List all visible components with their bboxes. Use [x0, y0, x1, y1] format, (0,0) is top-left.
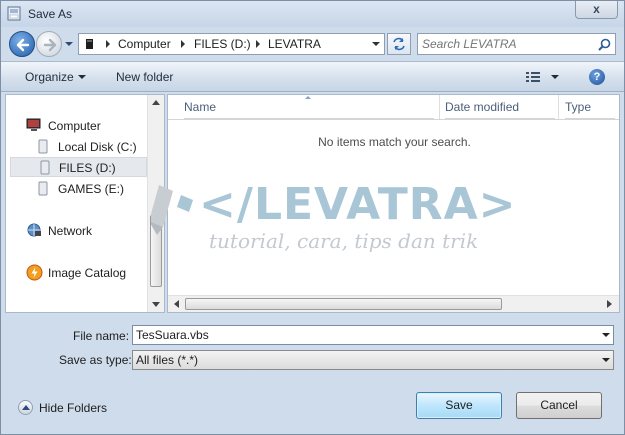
watermark-logo: </LEVATRA> tutorial, cara, tips dan trik	[151, 179, 516, 263]
file-name-input[interactable]	[136, 327, 596, 343]
header-underline	[168, 119, 619, 120]
breadcrumb-separator-icon[interactable]	[106, 40, 110, 48]
close-button[interactable]: x	[575, 1, 618, 19]
hide-folders-label: Hide Folders	[39, 401, 108, 415]
sidebar-item-label: Computer	[48, 119, 101, 133]
refresh-button[interactable]	[387, 33, 411, 55]
sidebar-item-label: Local Disk (C:)	[58, 140, 137, 154]
save-as-type-dropdown-icon[interactable]	[602, 358, 610, 362]
breadcrumb-separator-icon[interactable]	[256, 40, 260, 48]
sidebar-item-image-catalog[interactable]: Image Catalog	[26, 264, 151, 282]
file-name-field[interactable]	[132, 325, 614, 345]
file-name-label: File name:	[73, 329, 130, 343]
address-row: Computer FILES (D:) LEVATRA	[1, 27, 624, 61]
back-button[interactable]	[9, 31, 35, 57]
file-name-dropdown-icon[interactable]	[602, 333, 610, 337]
save-as-dialog: Save As x Computer FILES (D:) LEVATRA Se…	[0, 0, 625, 435]
horizontal-scrollbar[interactable]	[168, 295, 619, 312]
sidebar-item-files-d[interactable]: FILES (D:)	[10, 157, 147, 177]
computer-icon	[26, 118, 41, 131]
scroll-down-icon[interactable]	[152, 302, 160, 308]
column-divider[interactable]	[558, 95, 559, 119]
sidebar-item-label: Image Catalog	[48, 266, 127, 280]
scroll-thumb[interactable]	[185, 298, 502, 310]
drive-icon	[40, 160, 50, 175]
address-bar[interactable]: Computer FILES (D:) LEVATRA	[78, 33, 385, 55]
help-button[interactable]: ?	[589, 69, 605, 85]
column-divider[interactable]	[439, 95, 440, 119]
organize-button[interactable]: Organize	[25, 70, 74, 84]
search-box[interactable]	[417, 33, 616, 55]
new-folder-button[interactable]: New folder	[116, 70, 173, 84]
views-dropdown-icon[interactable]	[551, 75, 559, 79]
sidebar-item-games-e[interactable]: GAMES (E:)	[36, 180, 156, 198]
title-bar: Save As x	[1, 1, 624, 27]
save-as-type-value: All files (*.*)	[136, 353, 199, 367]
breadcrumb-levatra[interactable]: LEVATRA	[268, 37, 321, 51]
save-as-icon	[7, 6, 22, 21]
navigation-pane: Computer Local Disk (C:) FILES (D:) GAME…	[5, 94, 165, 313]
pencil-icon	[151, 185, 193, 235]
command-toolbar: Organize New folder ?	[1, 61, 624, 92]
sidebar-item-label: GAMES (E:)	[58, 182, 125, 196]
column-header-name[interactable]: Name	[184, 95, 434, 119]
search-input[interactable]	[422, 36, 592, 52]
cancel-button[interactable]: Cancel	[516, 392, 602, 419]
drive-icon	[38, 139, 48, 154]
breadcrumb-files-d[interactable]: FILES (D:)	[194, 37, 251, 51]
breadcrumb-separator-icon[interactable]	[181, 40, 185, 48]
sidebar-item-computer[interactable]: Computer	[26, 117, 146, 135]
sidebar-item-local-disk-c[interactable]: Local Disk (C:)	[36, 138, 156, 156]
scroll-up-icon[interactable]	[152, 99, 160, 105]
column-header-date-modified[interactable]: Date modified	[445, 95, 555, 119]
empty-list-message: No items match your search.	[318, 135, 471, 149]
arrow-left-icon	[16, 38, 30, 52]
save-button[interactable]: Save	[416, 392, 502, 419]
sidebar-item-network[interactable]: Network	[26, 222, 146, 240]
search-icon[interactable]	[598, 38, 611, 51]
views-icon[interactable]	[526, 71, 540, 83]
drive-icon	[38, 181, 48, 196]
image-catalog-icon	[26, 264, 43, 281]
sidebar-item-label: FILES (D:)	[59, 161, 116, 175]
column-header-type[interactable]: Type	[565, 95, 615, 119]
address-dropdown-icon[interactable]	[372, 42, 380, 46]
scroll-right-icon[interactable]	[607, 300, 613, 308]
computer-small-icon	[86, 39, 93, 49]
hide-folders-button[interactable]: Hide Folders	[18, 399, 118, 417]
watermark-title: </LEVATRA>	[199, 179, 517, 230]
chevron-up-icon	[18, 400, 33, 415]
breadcrumb-computer[interactable]: Computer	[118, 37, 171, 51]
recent-pages-dropdown-icon[interactable]	[64, 39, 74, 49]
network-icon	[27, 223, 41, 237]
refresh-icon	[393, 37, 405, 51]
window-title: Save As	[28, 7, 73, 21]
arrow-right-icon	[43, 38, 57, 52]
organize-dropdown-icon[interactable]	[78, 75, 86, 79]
scroll-left-icon[interactable]	[173, 300, 179, 308]
forward-button[interactable]	[36, 31, 62, 57]
save-as-type-label: Save as type:	[59, 353, 132, 367]
sidebar-item-label: Network	[48, 224, 93, 238]
watermark-tagline: tutorial, cara, tips dan trik	[209, 229, 479, 253]
save-as-type-select[interactable]: All files (*.*)	[132, 350, 614, 370]
